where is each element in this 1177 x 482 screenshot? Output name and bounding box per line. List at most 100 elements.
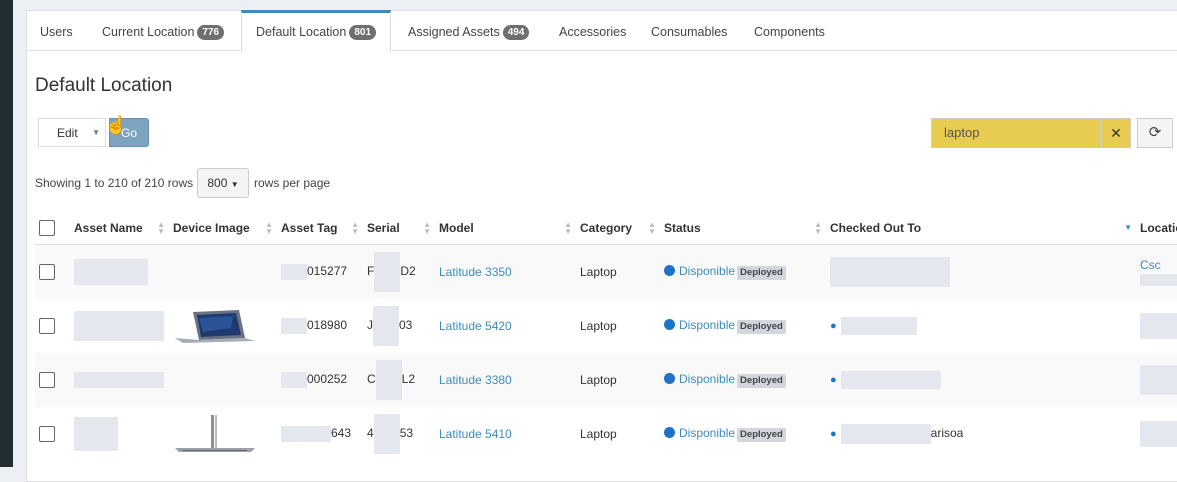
asset-tag[interactable]: 000252 (307, 372, 347, 386)
column-header[interactable]: Model ▲ ▼ (435, 211, 576, 245)
tab-accessories[interactable]: Accessories (559, 11, 626, 51)
serial-end: 53 (399, 425, 414, 440)
refresh-button[interactable]: ⟳ (1137, 118, 1173, 148)
tab-current-location[interactable]: Current Location 776 (102, 11, 225, 51)
assets-table: Asset Name ▲ ▼ Device Image ▲ ▼ Asset Tag ▲ ▼ … (35, 211, 1177, 461)
redacted-checked-out-to (840, 423, 931, 444)
rows-per-page-select[interactable]: 800 ▼ (197, 168, 249, 198)
redacted-checked-out-to (840, 316, 917, 335)
redacted-text (1140, 420, 1177, 447)
checked-out-name-suffix[interactable]: arisoa (931, 426, 964, 440)
hand-cursor-icon: ☝ (105, 115, 128, 135)
row-checkbox[interactable] (39, 425, 55, 442)
clear-search-button[interactable]: ✕ (1101, 118, 1131, 148)
table-row[interactable]: 015277 F D2 Latitude 3350 Laptop Disponib… (35, 244, 1177, 299)
sort-icon: ▲ ▼ (265, 220, 273, 236)
redacted-text (1140, 312, 1177, 339)
status-dot-icon (664, 426, 675, 438)
table-row[interactable]: 018980 J 03 Latitude 5420 Laptop Disponib… (35, 299, 1177, 353)
serial-start: C (367, 371, 376, 386)
sort-icon: ▲ ▼ (423, 220, 431, 236)
tab-users[interactable]: Users (40, 11, 73, 51)
row-checkbox[interactable] (39, 371, 55, 388)
asset-tag[interactable]: 643 (331, 426, 351, 440)
sort-icon: ▲ ▼ (564, 220, 572, 236)
status-link[interactable]: Disponible (679, 318, 735, 332)
redacted-checked-out-to (830, 256, 950, 287)
column-header[interactable]: Device Image ▲ ▼ (169, 211, 277, 245)
redacted-text (374, 251, 401, 292)
serial-end: L2 (401, 371, 416, 386)
tab-default-location[interactable]: Default Location 801 (241, 10, 392, 51)
column-header[interactable]: Locatio (1136, 211, 1177, 245)
tab-components[interactable]: Components (754, 11, 825, 51)
pagination-info: Showing 1 to 210 of 210 rows (35, 176, 194, 190)
rows-per-page-label: rows per page (254, 176, 331, 190)
column-header[interactable]: Serial ▲ ▼ (363, 211, 435, 245)
category-cell: Laptop (576, 352, 660, 407)
redacted-text (1140, 273, 1177, 286)
status-dot-icon (664, 318, 675, 330)
tab-consumables[interactable]: Consumables (651, 11, 727, 51)
redacted-text (375, 359, 402, 400)
refresh-icon: ⟳ (1148, 124, 1162, 141)
redacted-asset-name (74, 416, 118, 451)
serial-end: 03 (399, 317, 413, 332)
model-link[interactable]: Latitude 3380 (435, 352, 576, 407)
model-link[interactable]: Latitude 5410 (435, 407, 576, 461)
count-badge: 776 (197, 25, 225, 40)
tab-bar: Users Current Location 776 Default Locati… (27, 10, 1177, 51)
row-checkbox[interactable] (39, 317, 55, 334)
page-title: Default Location (35, 75, 173, 96)
status-link[interactable]: Disponible (679, 426, 735, 440)
asset-tag[interactable]: 015277 (307, 264, 347, 278)
bulk-action-select[interactable]: Edit ▼ (38, 118, 106, 147)
asset-tag[interactable]: 018980 (307, 318, 347, 332)
count-badge: 801 (349, 25, 377, 40)
tab-assigned-assets[interactable]: Assigned Assets 494 (408, 11, 530, 51)
category-cell: Laptop (576, 244, 660, 299)
user-icon: ● (830, 373, 837, 386)
column-header[interactable]: Checked Out To ▼ (826, 211, 1136, 245)
redacted-text (281, 263, 307, 280)
location-link[interactable]: Csc (1140, 258, 1161, 272)
laptop-image (175, 414, 255, 452)
search-input[interactable]: laptop (931, 118, 1101, 148)
select-all-checkbox[interactable] (39, 219, 55, 236)
column-header[interactable]: Asset Tag ▲ ▼ (277, 211, 363, 245)
status-dot-icon (664, 372, 675, 384)
redacted-asset-name (74, 310, 164, 341)
category-cell: Laptop (580, 426, 617, 441)
serial-start: 4 (367, 425, 374, 440)
model-link[interactable]: Latitude 5420 (435, 299, 576, 353)
status-badge: Deployed (737, 319, 786, 334)
sort-icon: ▲ ▼ (648, 220, 656, 236)
redacted-text (281, 425, 331, 442)
status-link[interactable]: Disponible (679, 264, 735, 278)
column-header[interactable]: Status ▲ ▼ (660, 211, 826, 245)
redacted-text (1140, 364, 1177, 395)
device-image-cell (169, 352, 277, 407)
serial-start: F (367, 263, 375, 278)
redacted-text (281, 371, 307, 388)
sort-icon: ▲ ▼ (157, 220, 165, 236)
sort-desc-icon: ▼ (1124, 223, 1132, 232)
redacted-checked-out-to (840, 370, 941, 389)
sort-icon: ▲ ▼ (814, 220, 822, 236)
row-checkbox[interactable] (39, 263, 55, 280)
column-header[interactable]: Asset Name ▲ ▼ (70, 211, 169, 245)
table-row[interactable]: 643 4 53 Latitude 5410 Laptop Disponible D… (35, 407, 1177, 461)
model-link[interactable]: Latitude 3350 (435, 244, 576, 299)
select-all-header (35, 211, 70, 245)
caret-down-icon: ▼ (230, 180, 239, 189)
redacted-text (281, 317, 307, 334)
status-link[interactable]: Disponible (679, 372, 735, 386)
sidebar-edge (0, 0, 13, 467)
column-header[interactable]: Category ▲ ▼ (576, 211, 660, 245)
device-image-cell (169, 244, 277, 299)
user-icon: ● (830, 319, 837, 332)
table-row[interactable]: 000252 C L2 Latitude 3380 Laptop Disponib… (35, 352, 1177, 407)
laptop-image (175, 309, 255, 343)
redacted-text (373, 413, 400, 454)
user-icon: ● (830, 427, 837, 440)
